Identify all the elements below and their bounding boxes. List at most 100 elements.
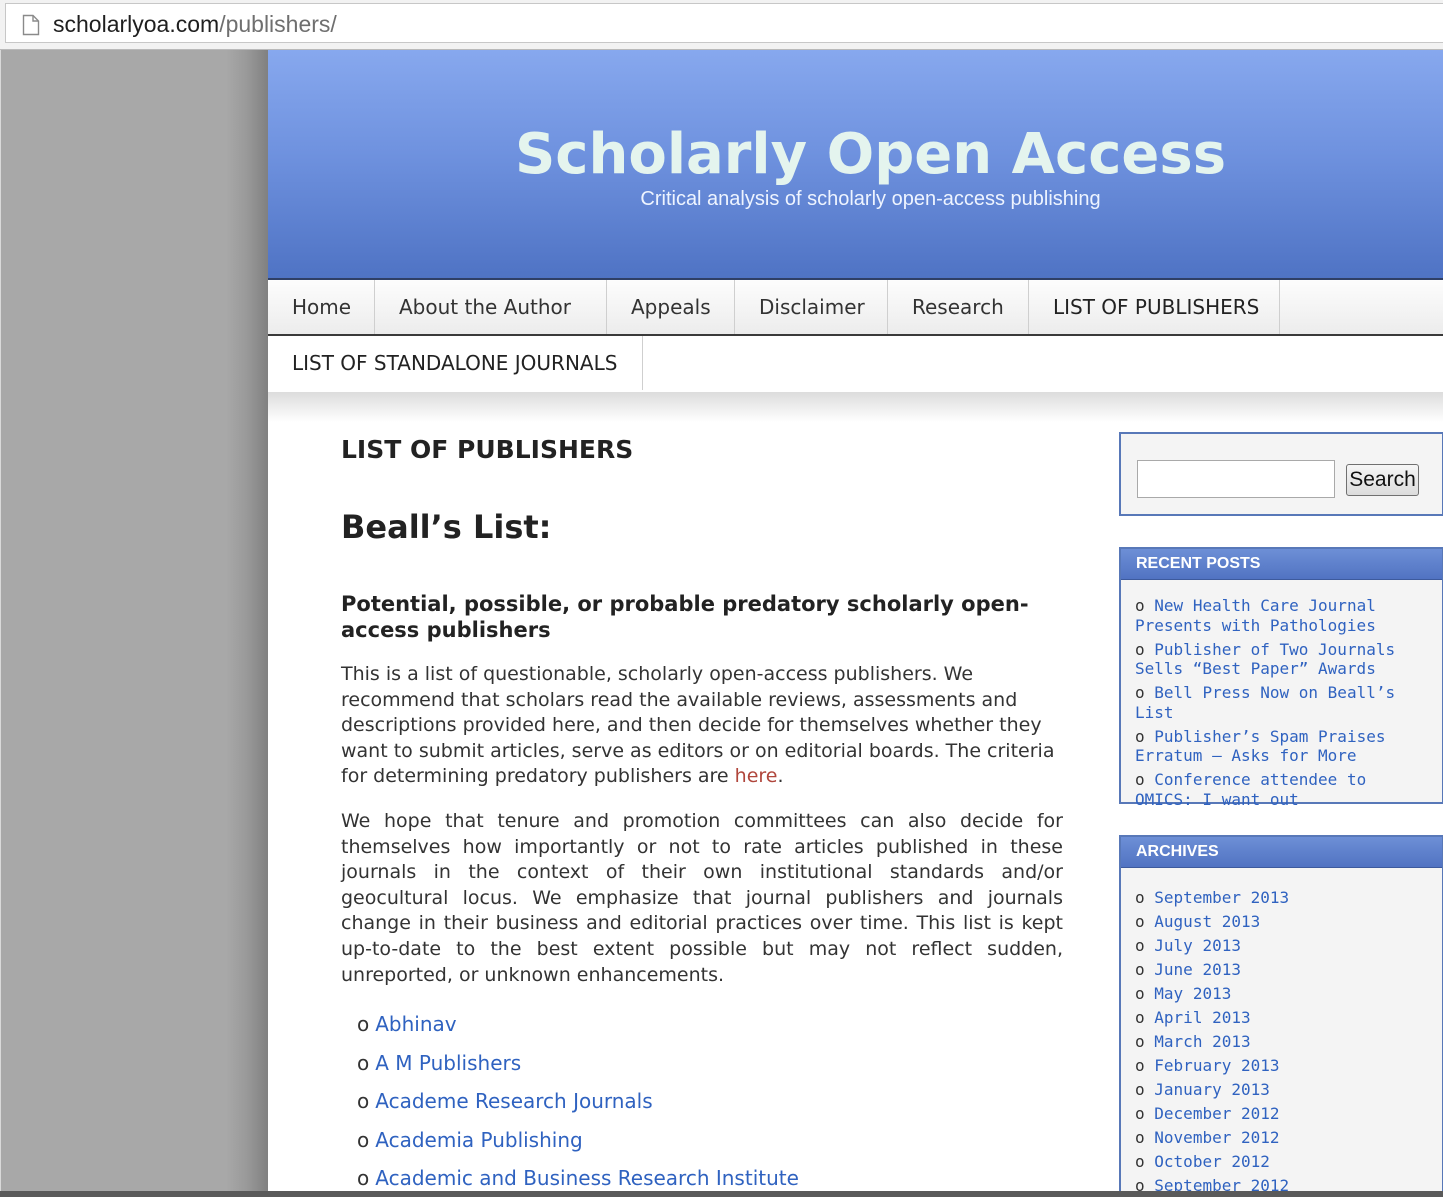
publisher-link[interactable]: A M Publishers	[375, 1051, 521, 1075]
bullet: o	[1135, 1008, 1145, 1027]
url-path: /publishers/	[219, 11, 337, 37]
publisher-link[interactable]: Academia Publishing	[375, 1128, 582, 1152]
archive-link[interactable]: May 2013	[1154, 984, 1231, 1003]
site-header: Scholarly Open Access Critical analysis …	[268, 50, 1443, 280]
list-item: o December 2012	[1135, 1102, 1430, 1126]
archive-link[interactable]: July 2013	[1154, 936, 1241, 955]
bullet: o	[1135, 1152, 1145, 1171]
archive-link[interactable]: December 2012	[1154, 1104, 1279, 1123]
bullet: o	[1135, 596, 1145, 615]
archives-widget: ARCHIVES o September 2013 o August 2013 …	[1119, 835, 1443, 1191]
nav-list-of-standalone-journals[interactable]: LIST OF STANDALONE JOURNALS	[268, 336, 643, 390]
bullet: o	[357, 1166, 370, 1190]
bullet: o	[1135, 960, 1145, 979]
address-bar: scholarlyoa.com/publishers/	[0, 0, 1443, 50]
recent-post-link[interactable]: Conference attendee to OMICS: I want out	[1135, 770, 1366, 809]
bullet: o	[357, 1127, 370, 1152]
nav-appeals[interactable]: Appeals	[607, 280, 735, 334]
list-item: o Academic and Business Research Institut…	[357, 1159, 799, 1191]
bullet: o	[1135, 1104, 1145, 1123]
archive-link[interactable]: April 2013	[1154, 1008, 1250, 1027]
main-nav-row-2: LIST OF STANDALONE JOURNALS	[268, 336, 1443, 392]
list-item: o March 2013	[1135, 1030, 1430, 1054]
recent-posts-widget: RECENT POSTS o New Health Care Journal P…	[1119, 547, 1443, 809]
list-item: o January 2013	[1135, 1078, 1430, 1102]
bullet: o	[1135, 1176, 1145, 1191]
archive-link[interactable]: January 2013	[1154, 1080, 1270, 1099]
bullet: o	[357, 1050, 370, 1075]
list-item: oA M Publishers	[357, 1044, 799, 1083]
archive-link[interactable]: September 2013	[1154, 888, 1289, 907]
archive-link[interactable]: February 2013	[1154, 1056, 1279, 1075]
page-gutter	[0, 50, 268, 1191]
publisher-list: o Abhinav oA M Publishers o Academe Resear…	[357, 1005, 799, 1191]
list-item: o Academe Research Journals	[357, 1082, 799, 1121]
intro-text: This is a list of questionable, scholarl…	[341, 663, 1055, 788]
archive-link[interactable]: October 2012	[1154, 1152, 1270, 1171]
nav-list-of-publishers[interactable]: LIST OF PUBLISHERS	[1029, 280, 1280, 334]
bullet: o	[1135, 726, 1145, 746]
recent-post-link[interactable]: New Health Care Journal Presents with Pa…	[1135, 596, 1376, 635]
recent-post-link[interactable]: Publisher of Two Journals Sells “Best Pa…	[1135, 640, 1395, 679]
bullet: o	[1135, 936, 1145, 955]
bullet: o	[1135, 984, 1145, 1003]
archive-link[interactable]: March 2013	[1154, 1032, 1250, 1051]
bullet: o	[357, 1012, 370, 1036]
browser-window: scholarlyoa.com/publishers/ Scholarly Op…	[0, 0, 1443, 1197]
bullet: o	[1135, 888, 1145, 907]
list-item: o April 2013	[1135, 1006, 1430, 1030]
bullet: o	[1135, 1056, 1145, 1075]
page-icon	[22, 14, 40, 36]
list-item: o Publisher’s Spam Praises Erratum — Ask…	[1135, 727, 1430, 766]
list-item: o May 2013	[1135, 982, 1430, 1006]
page-title: LIST OF PUBLISHERS	[341, 435, 634, 464]
nav-disclaimer[interactable]: Disclaimer	[735, 280, 888, 334]
content-top-shadow	[268, 392, 1443, 422]
list-item: o October 2012	[1135, 1150, 1430, 1174]
bullet: o	[1135, 639, 1145, 659]
criteria-link[interactable]: here	[735, 765, 778, 787]
main-nav: Home About the Author Appeals Disclaimer…	[268, 280, 1443, 336]
taskbar-edge	[0, 1191, 1443, 1197]
bullet: o	[1135, 912, 1145, 931]
archive-link[interactable]: August 2013	[1154, 912, 1260, 931]
archive-link[interactable]: June 2013	[1154, 960, 1241, 979]
list-item: o June 2013	[1135, 958, 1430, 982]
search-button[interactable]: Search	[1346, 464, 1419, 496]
bullet: o	[1135, 683, 1145, 702]
bullet: o	[1135, 1080, 1145, 1099]
url-host: scholarlyoa.com	[53, 11, 220, 37]
site-title[interactable]: Scholarly Open Access	[268, 122, 1443, 187]
list-item: o Bell Press Now on Beall’s List	[1135, 683, 1430, 722]
url-text: scholarlyoa.com/publishers/	[53, 11, 337, 38]
publisher-link[interactable]: Academic and Business Research Institute	[375, 1166, 799, 1190]
list-item: o Academia Publishing	[357, 1121, 799, 1160]
intro-end: .	[777, 765, 784, 788]
publisher-link[interactable]: Academe Research Journals	[375, 1089, 652, 1113]
list-item: o New Health Care Journal Presents with …	[1135, 596, 1430, 635]
bullet: o	[1135, 1128, 1145, 1147]
website: Scholarly Open Access Critical analysis …	[268, 50, 1443, 1191]
disclaimer-paragraph: We hope that tenure and promotion commit…	[341, 810, 1063, 986]
url-field[interactable]: scholarlyoa.com/publishers/	[5, 3, 1443, 43]
archive-link[interactable]: November 2012	[1154, 1128, 1279, 1147]
intro-paragraph: This is a list of questionable, scholarl…	[341, 662, 1063, 790]
publisher-link[interactable]: Abhinav	[375, 1012, 456, 1036]
nav-home[interactable]: Home	[268, 280, 375, 334]
nav-research[interactable]: Research	[888, 280, 1029, 334]
recent-post-link[interactable]: Bell Press Now on Beall’s List	[1135, 683, 1395, 722]
archives-list: o September 2013 o August 2013 o July 20…	[1121, 868, 1442, 1191]
archives-title: ARCHIVES	[1121, 837, 1442, 868]
list-item: o July 2013	[1135, 934, 1430, 958]
recent-posts-list: o New Health Care Journal Presents with …	[1121, 580, 1442, 809]
recent-post-link[interactable]: Publisher’s Spam Praises Erratum — Asks …	[1135, 727, 1385, 766]
search-input[interactable]	[1137, 460, 1335, 498]
list-title: Beall’s List:	[341, 508, 552, 546]
bullet: o	[1135, 1032, 1145, 1051]
nav-about-the-author[interactable]: About the Author	[375, 280, 607, 334]
list-item: o August 2013	[1135, 910, 1430, 934]
archive-link[interactable]: September 2012	[1154, 1176, 1289, 1191]
list-item: o Abhinav	[357, 1005, 799, 1044]
list-item: o September 2013	[1135, 886, 1430, 910]
recent-posts-title: RECENT POSTS	[1121, 549, 1442, 580]
